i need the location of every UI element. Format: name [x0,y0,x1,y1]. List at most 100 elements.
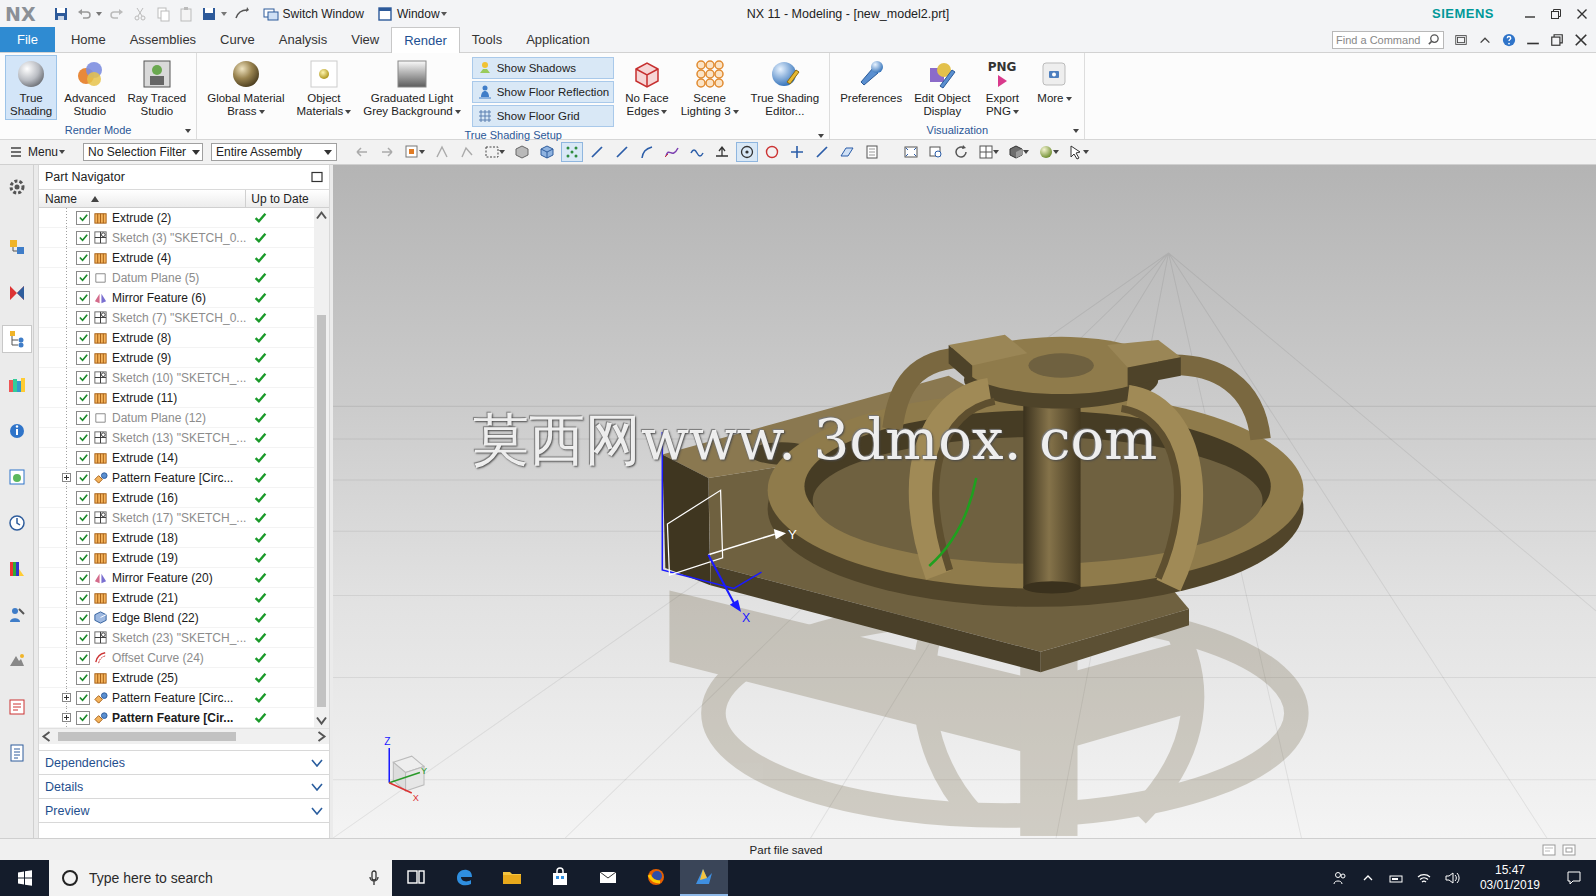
filter-dropdown[interactable]: Entire Assembly [211,143,337,161]
feature-row[interactable]: Sketch (13) "SKETCH_... [39,428,314,448]
feature-row[interactable]: Extrude (19) [39,548,314,568]
group-dropdown-icon[interactable] [185,129,191,133]
toolbar-button[interactable] [1065,142,1092,162]
toolbar-button[interactable] [950,142,972,162]
collapse-ribbon-icon[interactable] [1478,33,1492,47]
resource-tab[interactable] [2,463,32,491]
ribbon-tab[interactable]: Curve [208,27,267,52]
taskbar-app[interactable] [440,860,488,896]
ribbon-tab[interactable]: Render [391,27,460,53]
taskbar-app[interactable] [392,860,440,896]
resource-tab[interactable] [2,371,32,399]
toolbar-button[interactable] [811,142,833,162]
network-icon[interactable] [1388,870,1404,886]
resource-tab[interactable] [2,173,32,201]
feature-row[interactable]: Extrude (2) [39,208,314,228]
feature-row[interactable]: Extrude (25) [39,668,314,688]
toolbar-button[interactable] [900,142,922,162]
start-button[interactable] [0,860,49,896]
maximize-icon[interactable] [311,171,323,183]
resource-tab[interactable] [2,555,32,583]
taskbar-search[interactable]: Type here to search [49,860,392,896]
toolbar-button[interactable] [351,142,373,162]
command-search[interactable]: Find a Command [1332,31,1444,49]
toolbar-button[interactable] [736,142,758,162]
doc-close-icon[interactable] [1574,33,1588,47]
toolbar-button[interactable] [861,142,883,162]
edit-object-display-button[interactable]: Edit ObjectDisplay [909,55,975,120]
feature-row[interactable]: Extrude (4) [39,248,314,268]
navigator-section[interactable]: Preview [39,799,329,823]
expand-icon[interactable] [62,713,71,722]
redo-icon[interactable] [109,6,125,22]
visibility-checkbox[interactable] [76,451,90,465]
toolbar-button[interactable] [1005,142,1032,162]
resource-tab[interactable] [2,739,32,767]
visibility-checkbox[interactable] [76,491,90,505]
toolbar-button[interactable] [925,142,947,162]
taskbar-app[interactable] [632,860,680,896]
nx-logo[interactable]: NX [5,3,36,25]
feature-row[interactable]: Datum Plane (12) [39,408,314,428]
toolbar-button[interactable] [401,142,428,162]
repeat-command-icon[interactable] [234,6,250,22]
show-hidden-icon[interactable] [1360,870,1376,886]
ray-traced-studio-button[interactable]: Ray TracedStudio [122,55,191,120]
feature-row[interactable]: Mirror Feature (20) [39,568,314,588]
visibility-checkbox[interactable] [76,711,90,725]
resource-tab[interactable] [2,601,32,629]
visibility-checkbox[interactable] [76,371,90,385]
resource-tab[interactable] [2,325,32,353]
window-button[interactable]: Window [377,6,447,22]
feature-row[interactable]: Sketch (17) "SKETCH_... [39,508,314,528]
toolbar-button[interactable] [481,142,508,162]
visibility-checkbox[interactable] [76,691,90,705]
status-window-icon[interactable] [1562,843,1576,857]
taskbar-app[interactable] [536,860,584,896]
toolbar-button[interactable] [376,142,398,162]
feature-row[interactable]: Pattern Feature [Circ... [39,468,314,488]
doc-minimize-icon[interactable] [1526,33,1540,47]
ribbon-tab[interactable]: View [339,27,391,52]
microphone-icon[interactable] [368,870,380,886]
true-shading-button[interactable]: TrueShading [5,55,57,120]
ribbon-tab[interactable]: File [0,27,55,52]
global-material-button[interactable]: Global MaterialBrass [202,55,289,120]
save-dropdown-icon[interactable] [221,12,227,16]
filter-dropdown[interactable]: No Selection Filter [83,143,203,161]
visibility-checkbox[interactable] [76,611,90,625]
doc-restore-icon[interactable] [1550,33,1564,47]
visibility-checkbox[interactable] [76,471,90,485]
toolbar-button[interactable] [786,142,808,162]
taskbar-app[interactable] [488,860,536,896]
visibility-checkbox[interactable] [76,431,90,445]
undo-dropdown-icon[interactable] [96,12,102,16]
copy-icon[interactable] [155,6,171,22]
horizontal-scrollbar[interactable] [39,728,329,744]
window-layout-icon[interactable] [1454,33,1468,47]
menu-button[interactable]: Menu [8,144,65,160]
toggle-button[interactable]: Show Shadows [472,57,615,79]
toolbar-button[interactable] [636,142,658,162]
visibility-checkbox[interactable] [76,231,90,245]
toolbar-button[interactable] [611,142,633,162]
visibility-checkbox[interactable] [76,391,90,405]
taskbar-app[interactable] [584,860,632,896]
navigator-section[interactable]: Details [39,775,329,799]
visibility-checkbox[interactable] [76,331,90,345]
visibility-checkbox[interactable] [76,351,90,365]
no-face-edges-button[interactable]: No FaceEdges [620,55,673,120]
toolbar-button[interactable] [456,142,478,162]
resource-tab[interactable] [2,417,32,445]
visibility-checkbox[interactable] [76,291,90,305]
feature-row[interactable]: Extrude (18) [39,528,314,548]
toolbar-button[interactable] [836,142,858,162]
feature-row[interactable]: Extrude (21) [39,588,314,608]
shading-editor-button[interactable]: True ShadingEditor... [746,55,825,120]
ribbon-tab[interactable]: Home [59,27,118,52]
toolbar-button[interactable] [661,142,683,162]
feature-row[interactable]: Pattern Feature [Cir... [39,708,314,728]
feature-row[interactable]: Datum Plane (5) [39,268,314,288]
expand-icon[interactable] [62,473,71,482]
status-selection-icon[interactable] [1542,843,1556,857]
